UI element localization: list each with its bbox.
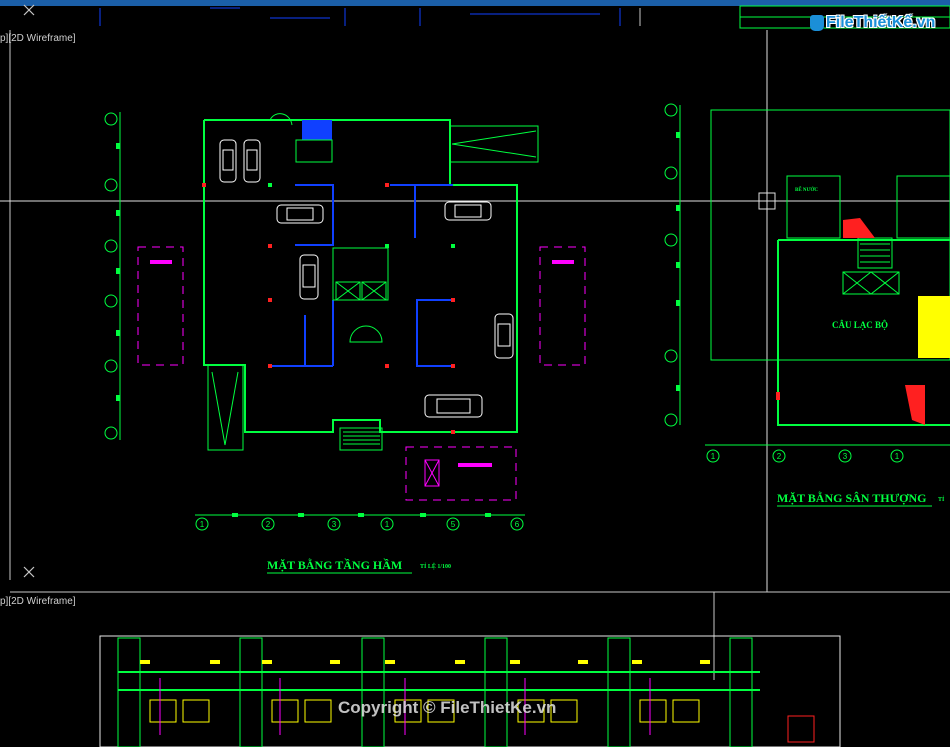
top-strip-drawing: [99, 7, 641, 26]
svg-text:6: 6: [515, 520, 520, 529]
basement-pump-room: [302, 120, 332, 140]
roof-bottom-axis: [705, 444, 950, 463]
viewport-borders: [9, 30, 950, 680]
logo-brand: FileThiếtKế.vn: [826, 14, 936, 31]
roof-stair-hatch: [918, 296, 950, 358]
svg-text:5: 5: [451, 520, 456, 529]
svg-text:1: 1: [385, 520, 390, 529]
svg-text:BỂ NƯỚC: BỂ NƯỚC: [795, 187, 818, 193]
parked-cars: [219, 139, 514, 418]
svg-text:1: 1: [200, 520, 205, 529]
viewport-label-top[interactable]: p][2D Wireframe]: [0, 33, 76, 44]
roof-axis-labels: 1 2 3 1: [711, 452, 900, 461]
cad-drawing-canvas[interactable]: 1 2 3 1 5 6 MẶT BẰNG TẦNG HẦM TỈ LỆ 1/10…: [0, 0, 950, 747]
foundation-plan[interactable]: [99, 635, 841, 747]
basement-left-axis: [104, 112, 121, 440]
roof-plan[interactable]: 1 2 3 1 CÂU LẠC BỘ BỂ NƯỚC MẶT BẰNG SÂN …: [664, 103, 950, 507]
roof-plan-title: MẶT BẰNG SÂN THƯỢNG TỈ: [777, 490, 945, 507]
svg-text:TỈ: TỈ: [938, 495, 945, 503]
basement-stair: [343, 431, 380, 445]
svg-text:3: 3: [332, 520, 337, 529]
svg-text:2: 2: [266, 520, 271, 529]
svg-text:1: 1: [895, 452, 900, 461]
svg-text:TỈ LỆ 1/100: TỈ LỆ 1/100: [420, 562, 451, 570]
svg-text:3: 3: [843, 452, 848, 461]
svg-text:MẶT BẰNG SÂN THƯỢNG: MẶT BẰNG SÂN THƯỢNG: [777, 490, 926, 505]
svg-text:MẶT BẰNG TẦNG HẦM: MẶT BẰNG TẦNG HẦM: [267, 557, 402, 572]
basement-plan-title: MẶT BẰNG TẦNG HẦM TỈ LỆ 1/100: [267, 557, 451, 574]
svg-text:2: 2: [777, 452, 782, 461]
basement-bottom-axis: [195, 514, 525, 531]
viewport-label-bottom[interactable]: p][2D Wireframe]: [0, 596, 76, 607]
hand-cursor-icon: [810, 15, 824, 31]
svg-text:1: 1: [711, 452, 716, 461]
basement-interior-walls: [270, 184, 453, 367]
basement-plan[interactable]: 1 2 3 1 5 6 MẶT BẰNG TẦNG HẦM TỈ LỆ 1/10…: [104, 112, 586, 574]
basement-axis-labels: 1 2 3 1 5 6: [200, 520, 520, 529]
svg-text:CÂU LẠC BỘ: CÂU LẠC BỘ: [832, 320, 888, 330]
close-viewport-icon[interactable]: [23, 566, 35, 578]
roof-walls: [710, 109, 950, 426]
site-logo: FileThiếtKế.vn: [810, 14, 935, 32]
close-viewport-icon[interactable]: [23, 4, 35, 16]
copyright-watermark: Copyright © FileThietKe.vn: [338, 698, 557, 717]
